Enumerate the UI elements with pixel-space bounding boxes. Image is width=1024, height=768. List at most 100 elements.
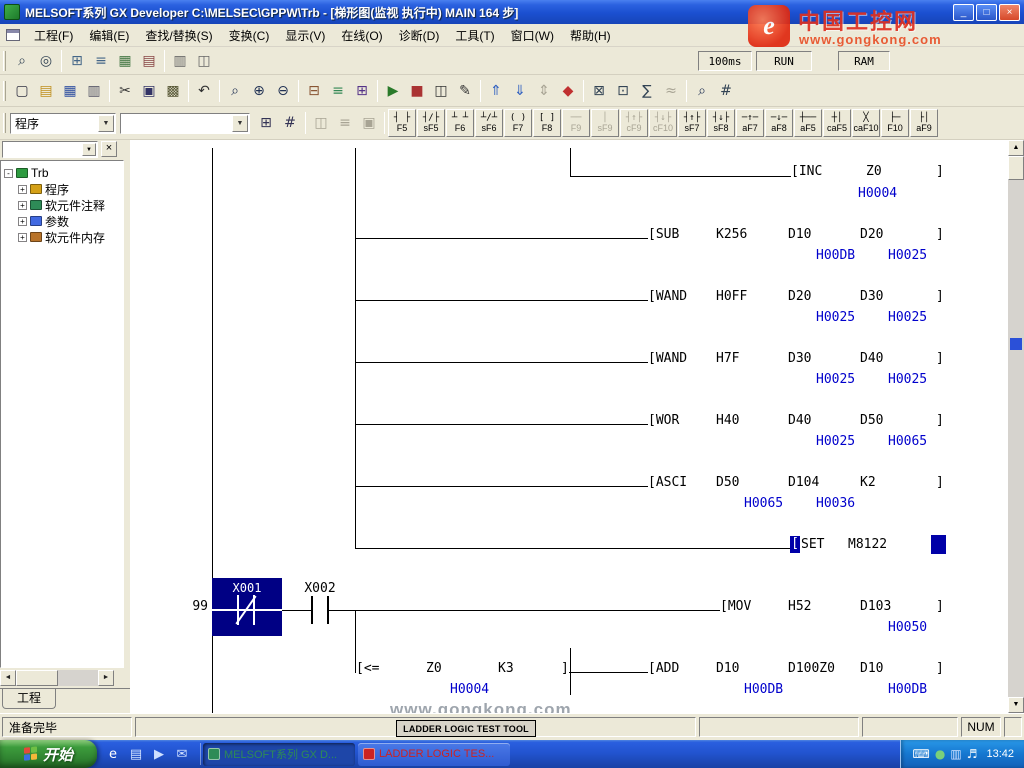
mdi-child-icon[interactable] <box>6 29 20 41</box>
open-project-icon[interactable]: ▤ <box>34 79 58 103</box>
ime-keyboard-icon[interactable]: ⌨ <box>913 747 930 761</box>
contact-x001-highlighted[interactable]: X001 <box>212 578 282 636</box>
expand-icon[interactable]: + <box>18 233 27 242</box>
scroll-up-icon[interactable]: ▲ <box>1008 140 1024 156</box>
menu-item[interactable]: 帮助(H) <box>562 24 619 47</box>
contact-x002-bar[interactable] <box>327 596 329 624</box>
chevron-down-icon[interactable]: ▼ <box>82 143 96 156</box>
fkey-button[interactable]: ┤↓├ sF8 <box>707 109 735 137</box>
new-project-icon[interactable]: ▢ <box>10 79 34 103</box>
buffer-memory-monitor-icon[interactable]: ▥ <box>168 49 192 73</box>
restore-button[interactable]: □ <box>976 4 997 21</box>
instruction-op[interactable]: [WAND <box>648 289 687 304</box>
operand[interactable]: H0FF <box>716 289 747 304</box>
vscroll-thumb[interactable] <box>1008 156 1024 180</box>
paste-icon[interactable]: ▩ <box>161 79 185 103</box>
fkey-button[interactable]: ┼│ caF5 <box>823 109 851 137</box>
instruction-list-icon[interactable]: ≡ <box>326 79 350 103</box>
fkey-button[interactable]: ├─ F10 <box>881 109 909 137</box>
menu-item[interactable]: 变换(C) <box>221 24 278 47</box>
task-llt[interactable]: LADDER LOGIC TES... <box>358 743 510 766</box>
operand[interactable]: Z0 <box>426 661 442 676</box>
fkey-button[interactable]: ─↑─ aF7 <box>736 109 764 137</box>
plc-verify-icon[interactable]: ⇕ <box>532 79 556 103</box>
fkey-button[interactable]: │ sF9 <box>591 109 619 137</box>
operand[interactable]: Z0 <box>866 164 882 179</box>
operand[interactable]: D100Z0 <box>788 661 835 676</box>
scroll-down-icon[interactable]: ▼ <box>1008 697 1024 713</box>
ladder-mode-icon[interactable]: ⊟ <box>302 79 326 103</box>
fkey-button[interactable]: ─↓─ aF8 <box>765 109 793 137</box>
device-comment-icon[interactable]: ◫ <box>309 111 333 135</box>
instruction-op[interactable]: SET <box>801 537 824 552</box>
operand[interactable]: D40 <box>860 351 883 366</box>
fkey-button[interactable]: ┤↑├ cF9 <box>620 109 648 137</box>
instruction-op[interactable]: [INC <box>791 164 822 179</box>
instruction-op[interactable]: [SUB <box>648 227 679 242</box>
plc-read-icon[interactable]: ⇑ <box>484 79 508 103</box>
panel-close-button[interactable]: × <box>101 141 117 157</box>
toolbar-grip[interactable] <box>3 81 6 101</box>
toolbar-grip[interactable] <box>3 51 6 71</box>
zoom-select-icon[interactable]: ⌕ <box>690 79 714 103</box>
tree-item[interactable]: + 参数 <box>1 213 123 229</box>
tree-item[interactable]: + 软元件注释 <box>1 197 123 213</box>
contact-x002-bar[interactable] <box>311 596 313 624</box>
ladder-logic-test-tool-strip[interactable]: LADDER LOGIC TEST TOOL <box>396 720 536 737</box>
operand[interactable]: D10 <box>788 227 811 242</box>
sampling-trace-icon[interactable]: ≈ <box>659 79 683 103</box>
contact-label[interactable]: X002 <box>298 581 342 596</box>
hscroll-thumb[interactable] <box>16 670 58 686</box>
fkey-button[interactable]: ┤↑├ sF7 <box>678 109 706 137</box>
chevron-down-icon[interactable]: ▼ <box>232 115 248 132</box>
fkey-button[interactable]: ┴ ┴ F6 <box>446 109 474 137</box>
ladder-editor[interactable]: [INC Z0 ] H0004 [SUB K256 D10 D20 ] H00D… <box>130 140 1008 713</box>
copy-icon[interactable]: ▣ <box>137 79 161 103</box>
menu-item[interactable]: 诊断(D) <box>391 24 448 47</box>
fkey-button[interactable]: ┤↓├ cF10 <box>649 109 677 137</box>
data-merge-icon[interactable]: ⊡ <box>611 79 635 103</box>
save-project-icon[interactable]: ▦ <box>58 79 82 103</box>
tab-project[interactable]: 工程 <box>2 689 56 709</box>
mail-launcher-icon[interactable]: ✉ <box>172 744 192 764</box>
operand[interactable]: K256 <box>716 227 747 242</box>
instruction-op[interactable]: [<= <box>356 661 379 676</box>
menu-item[interactable]: 在线(O) <box>333 24 390 47</box>
operand[interactable]: D20 <box>788 289 811 304</box>
operand[interactable]: D10 <box>860 661 883 676</box>
task-melsoft[interactable]: MELSOFT系列 GX D... <box>203 743 355 766</box>
menu-item[interactable]: 查找/替换(S) <box>137 24 220 47</box>
ie-launcher-icon[interactable]: e <box>103 744 123 764</box>
minimize-button[interactable]: _ <box>953 4 974 21</box>
expand-icon[interactable]: + <box>18 217 27 226</box>
cross-reference-icon[interactable]: ⊞ <box>65 49 89 73</box>
chevron-down-icon[interactable]: ▼ <box>98 115 114 132</box>
fkey-button[interactable]: ┼── aF5 <box>794 109 822 137</box>
entry-data-monitor-icon[interactable]: ▤ <box>137 49 161 73</box>
plc-write-icon[interactable]: ⇓ <box>508 79 532 103</box>
instruction-op[interactable]: [WAND <box>648 351 687 366</box>
network-icon[interactable]: ▥ <box>950 747 961 761</box>
instruction-op[interactable]: [ADD <box>648 661 679 676</box>
close-button[interactable]: × <box>999 4 1020 21</box>
monitor-stop-icon[interactable]: ■ <box>405 79 429 103</box>
operand[interactable]: K2 <box>860 475 876 490</box>
edit-cursor[interactable] <box>931 535 946 554</box>
comment-display-icon[interactable]: ⊞ <box>350 79 374 103</box>
menu-item[interactable]: 工具(T) <box>447 24 502 47</box>
operand[interactable]: D10 <box>716 661 739 676</box>
trace-icon[interactable]: ∑ <box>635 79 659 103</box>
write-mode-icon[interactable]: ✎ <box>453 79 477 103</box>
operand[interactable]: D104 <box>788 475 819 490</box>
expand-icon[interactable]: + <box>18 201 27 210</box>
read-mode-icon[interactable]: ◫ <box>429 79 453 103</box>
zoom-out-icon[interactable]: ⊖ <box>271 79 295 103</box>
find-icon[interactable]: ⌕ <box>223 79 247 103</box>
operand[interactable]: D30 <box>860 289 883 304</box>
instruction-op[interactable]: [ASCI <box>648 475 687 490</box>
program-select-combo[interactable]: 程序 ▼ <box>10 113 116 134</box>
antivirus-icon[interactable]: ● <box>935 747 945 761</box>
zoom-in-icon[interactable]: ⊕ <box>247 79 271 103</box>
fkey-button[interactable]: [ ] F8 <box>533 109 561 137</box>
operand[interactable]: D50 <box>860 413 883 428</box>
